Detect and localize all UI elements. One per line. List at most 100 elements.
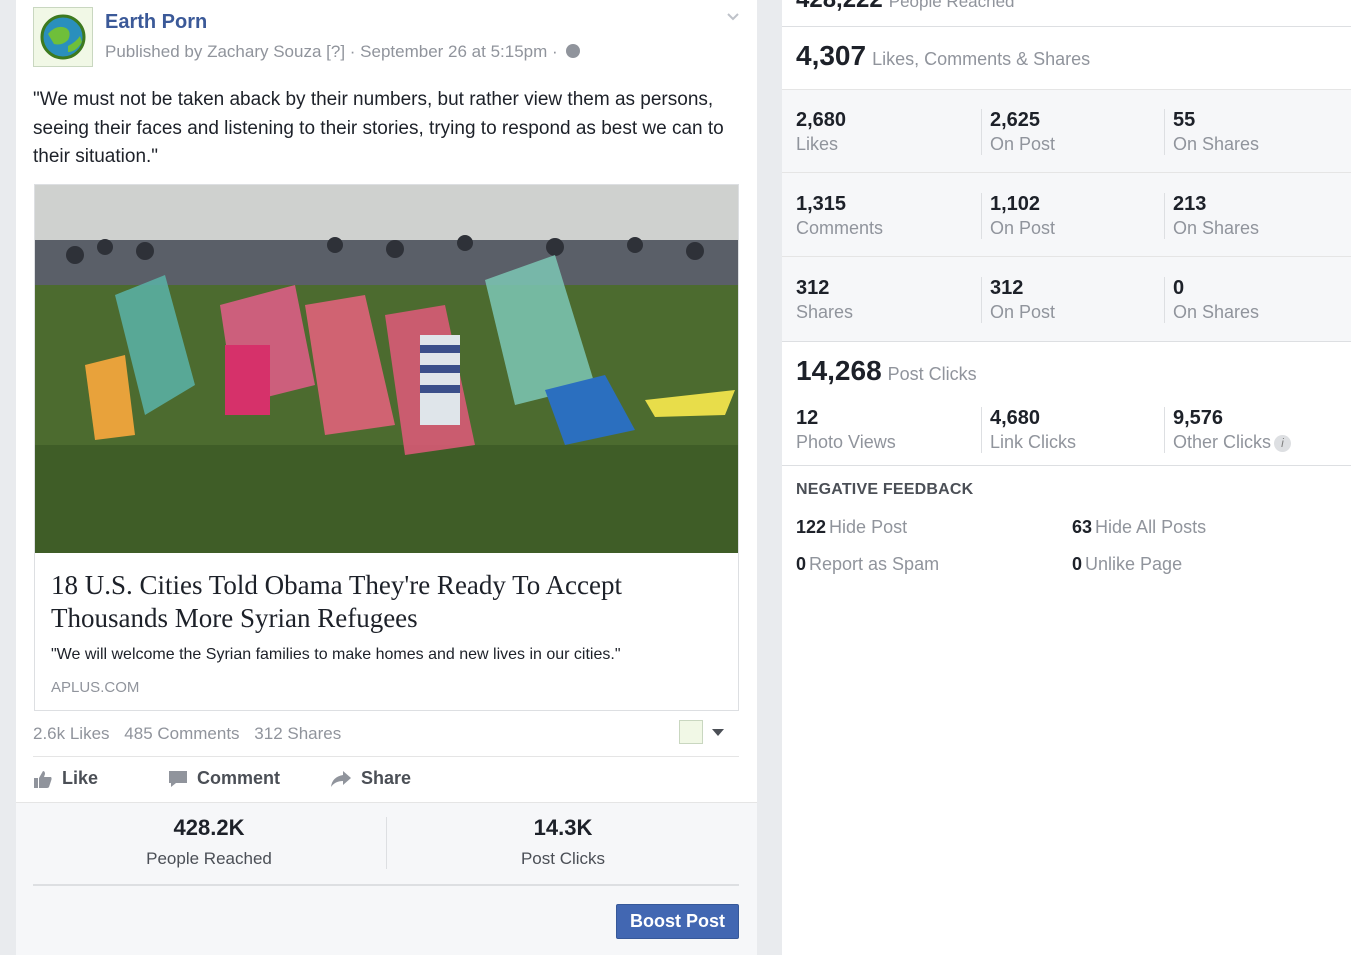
shares-on-shares-value: 0 — [1173, 277, 1185, 299]
divider — [782, 172, 1351, 173]
shares-count[interactable]: 312 Shares — [254, 724, 341, 743]
comments-on-shares-cell: 213 On Shares — [1164, 193, 1259, 239]
link-image[interactable] — [35, 185, 738, 553]
reaction-counts: 2.6k Likes 485 Comments 312 Shares — [33, 724, 351, 744]
post-stats-footer: 428.2K People Reached 14.3K Post Clicks … — [16, 802, 757, 955]
photo-views-label: Photo Views — [796, 432, 896, 452]
other-clicks-value: 9,576 — [1173, 407, 1224, 429]
comment-button[interactable]: Comment — [168, 768, 280, 789]
post-card: Earth Porn Published by Zachary Souza [?… — [16, 0, 757, 955]
comments-on-shares-value: 213 — [1173, 193, 1207, 215]
page-avatar[interactable] — [33, 7, 93, 67]
divider — [33, 884, 739, 886]
hide-all-posts-label: Hide All Posts — [1095, 517, 1207, 537]
engagement-summary: 4,307 Likes, Comments & Shares — [796, 40, 1090, 72]
unlike-page-value: 0 — [1072, 554, 1083, 574]
likes-count[interactable]: 2.6k Likes — [33, 724, 110, 743]
shares-on-post-label: On Post — [990, 302, 1056, 322]
divider — [782, 256, 1351, 257]
shares-total-value: 312 — [796, 277, 830, 299]
post-message: "We must not be taken aback by their num… — [33, 89, 724, 167]
people-reached-value: 428.2K — [173, 815, 245, 840]
report-spam-label: Report as Spam — [809, 554, 940, 574]
unlike-page-stat: 0 Unlike Page — [1072, 554, 1182, 575]
earth-globe-logo-icon — [40, 14, 86, 60]
post-clicks-stat[interactable]: 14.3K Post Clicks — [387, 815, 739, 869]
caret-down-icon[interactable] — [712, 729, 724, 736]
people-reached-label: People Reached — [146, 849, 272, 868]
link-description: "We will welcome the Syrian families to … — [51, 646, 621, 663]
negative-feedback-heading: NEGATIVE FEEDBACK — [796, 481, 974, 498]
publish-info: Published by Zachary Souza [?] · Septemb… — [105, 42, 581, 62]
comment-label: Comment — [197, 768, 281, 788]
share-arrow-icon — [331, 770, 351, 787]
hide-all-posts-stat: 63 Hide All Posts — [1072, 517, 1206, 538]
likes-on-post-value: 2,625 — [990, 109, 1041, 131]
chevron-down-icon[interactable] — [726, 10, 740, 24]
comments-total-label: Comments — [796, 218, 884, 238]
hide-post-label: Hide Post — [829, 517, 908, 537]
hide-post-stat: 122 Hide Post — [796, 517, 907, 538]
likes-on-shares-value: 55 — [1173, 109, 1196, 131]
link-clicks-label: Link Clicks — [990, 432, 1077, 452]
page-name-link[interactable]: Earth Porn — [105, 11, 207, 34]
comments-on-post-label: On Post — [990, 218, 1056, 238]
divider — [782, 89, 1351, 90]
link-clicks-cell: 4,680 Link Clicks — [981, 407, 1076, 453]
post-clicks-value: 14.3K — [533, 815, 593, 840]
people-reached-stat[interactable]: 428.2K People Reached — [33, 815, 385, 869]
actor-selector-avatar[interactable] — [679, 720, 703, 744]
share-label: Share — [361, 768, 412, 788]
comments-total-value: 1,315 — [796, 193, 847, 215]
post-clicks-total: 14,268 — [796, 355, 882, 386]
likes-on-shares-cell: 55 On Shares — [1164, 109, 1259, 155]
engagement-label: Likes, Comments & Shares — [872, 49, 1091, 69]
unlike-page-label: Unlike Page — [1085, 554, 1183, 574]
post-clicks-label: Post Clicks — [520, 849, 606, 868]
other-clicks-cell: 9,576 Other Clicks i — [1164, 407, 1292, 453]
photo-views-value: 12 — [796, 407, 819, 429]
other-clicks-label: Other Clicks — [1173, 432, 1272, 452]
info-icon[interactable]: i — [1274, 435, 1292, 452]
shares-total-cell: 312 Shares — [796, 277, 853, 323]
comments-on-post-value: 1,102 — [990, 193, 1041, 215]
photo-views-cell: 12 Photo Views — [796, 407, 896, 453]
published-by[interactable]: Published by Zachary Souza — [105, 42, 321, 61]
help-marker[interactable]: [?] — [326, 42, 345, 61]
report-spam-value: 0 — [796, 554, 807, 574]
link-preview[interactable]: 18 U.S. Cities Told Obama They're Ready … — [34, 184, 739, 711]
link-clicks-value: 4,680 — [990, 407, 1041, 429]
likes-total-value: 2,680 — [796, 109, 847, 131]
post-clicks-total-label: Post Clicks — [887, 364, 977, 384]
share-button[interactable]: Share — [330, 768, 411, 789]
like-label: Like — [62, 768, 99, 788]
link-domain: APLUS.COM — [51, 679, 140, 696]
link-title[interactable]: 18 U.S. Cities Told Obama They're Ready … — [51, 569, 711, 635]
hide-all-posts-value: 63 — [1072, 517, 1093, 537]
boost-post-button[interactable]: Boost Post — [616, 904, 739, 939]
divider — [33, 756, 739, 757]
likes-total-cell: 2,680 Likes — [796, 109, 846, 155]
hide-post-value: 122 — [796, 517, 827, 537]
comments-on-post-cell: 1,102 On Post — [981, 193, 1055, 239]
divider — [782, 26, 1351, 27]
likes-on-post-label: On Post — [990, 134, 1056, 154]
likes-on-shares-label: On Shares — [1173, 134, 1260, 154]
post-insights-panel: 428,222 People Reached 4,307Likes, Commen… — [782, 0, 1351, 955]
engagement-total: 4,307 — [796, 40, 867, 71]
comments-total-cell: 1,315 Comments — [796, 193, 883, 239]
thumbs-up-icon — [34, 770, 52, 788]
divider — [782, 341, 1351, 342]
other-clicks-label-row: Other Clicks i — [1173, 432, 1292, 453]
comments-count[interactable]: 485 Comments — [124, 724, 239, 743]
people-reached-total: 428,222 — [796, 0, 883, 13]
post-timestamp[interactable]: September 26 at 5:15pm — [360, 42, 547, 61]
like-button[interactable]: Like — [33, 768, 98, 789]
shares-total-label: Shares — [796, 302, 854, 322]
comment-icon — [169, 770, 187, 787]
shares-on-post-cell: 312 On Post — [981, 277, 1055, 323]
globe-icon[interactable] — [566, 44, 581, 58]
shares-on-shares-cell: 0 On Shares — [1164, 277, 1259, 323]
shares-on-post-value: 312 — [990, 277, 1024, 299]
likes-total-label: Likes — [796, 134, 839, 154]
